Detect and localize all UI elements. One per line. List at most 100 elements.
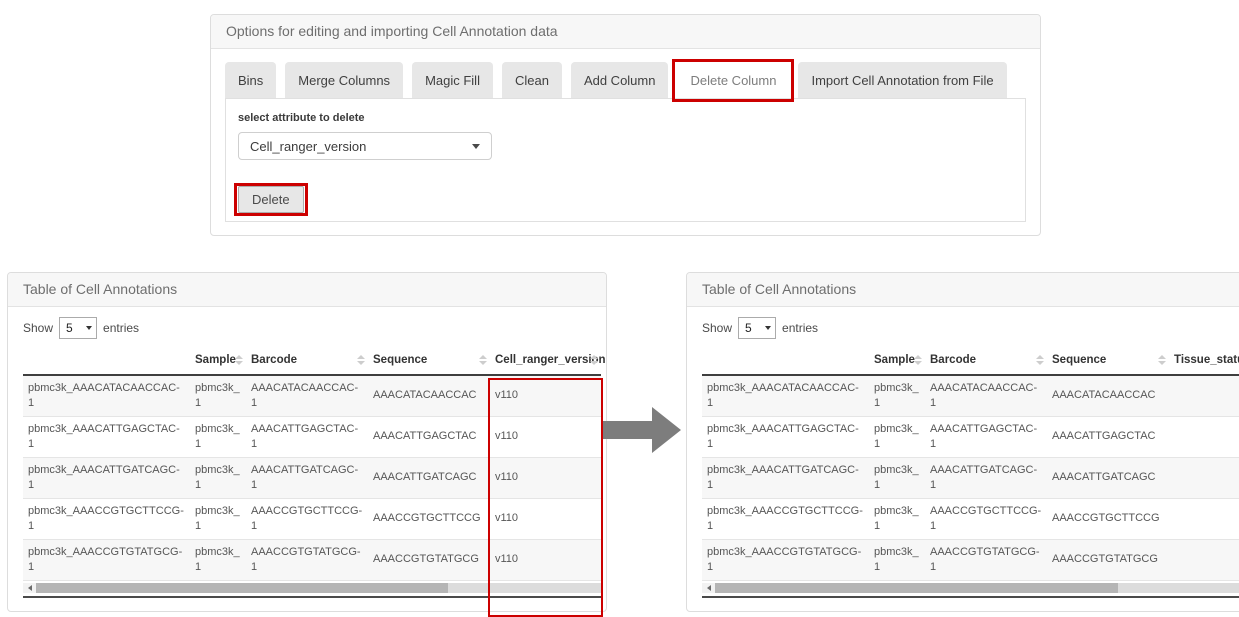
delete-button[interactable]: Delete — [238, 186, 304, 213]
horizontal-scrollbar[interactable] — [23, 583, 601, 593]
header-label: Sequence — [373, 354, 427, 366]
sort-icon — [590, 355, 598, 365]
table-row: pbmc3k_AAACATTGAGCTAC-1pbmc3k_1AAACATTGA… — [23, 416, 601, 457]
page-length-value: 5 — [66, 321, 73, 335]
table-cell — [1169, 457, 1239, 498]
table-rows: pbmc3k_AAACATACAACCAC-1pbmc3k_1AAACATACA… — [702, 375, 1239, 580]
table-cell: AAACATTGATCAGC — [368, 457, 490, 498]
table-row: pbmc3k_AAACATACAACCAC-1pbmc3k_1AAACATACA… — [702, 375, 1239, 416]
header-tissue-status[interactable]: Tissue_status — [1169, 346, 1239, 375]
header-sequence[interactable]: Sequence — [368, 346, 490, 375]
table-cell: pbmc3k_AAACCGTGCTTCCG-1 — [23, 498, 190, 539]
page-length-select[interactable]: 5 — [59, 317, 97, 339]
entries-label: entries — [103, 321, 139, 335]
table-header: Sample Barcode Sequence Cell_ranger_vers… — [23, 346, 601, 375]
table-row: pbmc3k_AAACATTGATCAGC-1pbmc3k_1AAACATTGA… — [702, 457, 1239, 498]
scrollbar-thumb[interactable] — [36, 583, 448, 593]
table-cell: AAACCGTGTATGCG-1 — [925, 539, 1047, 580]
table-cell: v110 — [490, 457, 601, 498]
header-label: Sequence — [1052, 354, 1106, 366]
table-cell: v110 — [490, 539, 601, 580]
header-sequence[interactable]: Sequence — [1047, 346, 1169, 375]
header-sample[interactable]: Sample — [869, 346, 925, 375]
table-cell: pbmc3k_AAACATTGATCAGC-1 — [702, 457, 869, 498]
sort-icon — [1036, 355, 1044, 365]
header-barcode[interactable]: Barcode — [246, 346, 368, 375]
scrollbar-thumb[interactable] — [715, 583, 1118, 593]
header-label: Cell_ranger_version — [495, 354, 606, 366]
tab-delete-column[interactable]: Delete Column — [677, 62, 789, 98]
table-cell: AAACATACAACCAC-1 — [925, 375, 1047, 416]
header-label: Tissue_status — [1174, 354, 1239, 366]
cell-annotations-panel-before: Table of Cell Annotations Show 5 entries… — [7, 272, 607, 612]
table-cell: AAACATACAACCAC-1 — [246, 375, 368, 416]
table-cell: v110 — [490, 416, 601, 457]
table-header-row: Sample Barcode Sequence Tissue_status — [702, 346, 1239, 375]
table-cell — [1169, 375, 1239, 416]
table-cell: pbmc3k_AAACATTGAGCTAC-1 — [702, 416, 869, 457]
table-cell: pbmc3k_AAACATACAACCAC-1 — [23, 375, 190, 416]
table-cell: AAACCGTGTATGCG-1 — [246, 539, 368, 580]
table-cell: AAACATACAACCAC — [1047, 375, 1169, 416]
cell-annotations-table: Sample Barcode Sequence Cell_ranger_vers… — [23, 346, 601, 581]
table-cell: AAACCGTGCTTCCG-1 — [925, 498, 1047, 539]
table-cell: pbmc3k_AAACCGTGTATGCG-1 — [702, 539, 869, 580]
tab-clean[interactable]: Clean — [502, 62, 562, 98]
table-cell: pbmc3k_1 — [190, 375, 246, 416]
page-length-select[interactable]: 5 — [738, 317, 776, 339]
scroll-left-button[interactable] — [702, 583, 715, 593]
table-cell: AAACCGTGCTTCCG-1 — [246, 498, 368, 539]
header-label: Sample — [195, 354, 236, 366]
tab-bins[interactable]: Bins — [225, 62, 276, 98]
show-label: Show — [23, 321, 53, 335]
page: { "colors": { "annotation_red": "#cc0000… — [0, 0, 1239, 606]
table-cell: AAACATTGAGCTAC-1 — [925, 416, 1047, 457]
header-label: Barcode — [251, 354, 297, 366]
table-cell: pbmc3k_1 — [190, 457, 246, 498]
table-cell: pbmc3k_1 — [190, 498, 246, 539]
show-label: Show — [702, 321, 732, 335]
tab-magic-fill[interactable]: Magic Fill — [412, 62, 493, 98]
tab-bar: Bins Merge Columns Magic Fill Clean Add … — [225, 62, 1026, 98]
header-rownames[interactable] — [702, 346, 869, 375]
header-sample[interactable]: Sample — [190, 346, 246, 375]
chevron-down-icon — [86, 326, 92, 330]
attribute-select[interactable]: Cell_ranger_version — [238, 132, 492, 160]
tab-label: Delete Column — [690, 73, 776, 88]
table-row: pbmc3k_AAACATACAACCAC-1pbmc3k_1AAACATACA… — [23, 375, 601, 416]
table-cell: AAACATTGAGCTAC — [368, 416, 490, 457]
table-cell: pbmc3k_1 — [869, 539, 925, 580]
page-length-value: 5 — [745, 321, 752, 335]
header-rownames[interactable] — [23, 346, 190, 375]
table-bottom-border — [23, 596, 601, 598]
header-cell-ranger-version[interactable]: Cell_ranger_version — [490, 346, 601, 375]
table-cell: pbmc3k_AAACATACAACCAC-1 — [702, 375, 869, 416]
table-panel-body: Show 5 entries Sample Barcode Sequenc — [8, 307, 606, 598]
sort-icon — [1158, 355, 1166, 365]
table-cell: pbmc3k_AAACCGTGCTTCCG-1 — [702, 498, 869, 539]
tab-merge-columns[interactable]: Merge Columns — [285, 62, 403, 98]
table-cell — [1169, 416, 1239, 457]
table-row: pbmc3k_AAACCGTGCTTCCG-1pbmc3k_1AAACCGTGC… — [23, 498, 601, 539]
table-cell: AAACCGTGCTTCCG — [1047, 498, 1169, 539]
sort-icon — [235, 355, 243, 365]
tab-import-cell-annotation[interactable]: Import Cell Annotation from File — [798, 62, 1006, 98]
table-cell: pbmc3k_1 — [190, 539, 246, 580]
cell-annotations-table: Sample Barcode Sequence Tissue_status pb… — [702, 346, 1239, 581]
table-cell: pbmc3k_AAACATTGAGCTAC-1 — [23, 416, 190, 457]
table-rows: pbmc3k_AAACATACAACCAC-1pbmc3k_1AAACATACA… — [23, 375, 601, 580]
header-label: Barcode — [930, 354, 976, 366]
table-cell: pbmc3k_1 — [869, 498, 925, 539]
scroll-left-button[interactable] — [23, 583, 36, 593]
table-cell — [1169, 539, 1239, 580]
tab-label: Clean — [515, 73, 549, 88]
horizontal-scrollbar[interactable] — [702, 583, 1239, 593]
options-panel-title: Options for editing and importing Cell A… — [211, 15, 1040, 49]
header-barcode[interactable]: Barcode — [925, 346, 1047, 375]
select-attribute-label: select attribute to delete — [238, 112, 1013, 124]
scroll-left-icon — [28, 585, 32, 591]
table-cell: pbmc3k_1 — [869, 375, 925, 416]
tab-label: Bins — [238, 73, 263, 88]
tab-add-column[interactable]: Add Column — [571, 62, 669, 98]
table-cell: v110 — [490, 498, 601, 539]
